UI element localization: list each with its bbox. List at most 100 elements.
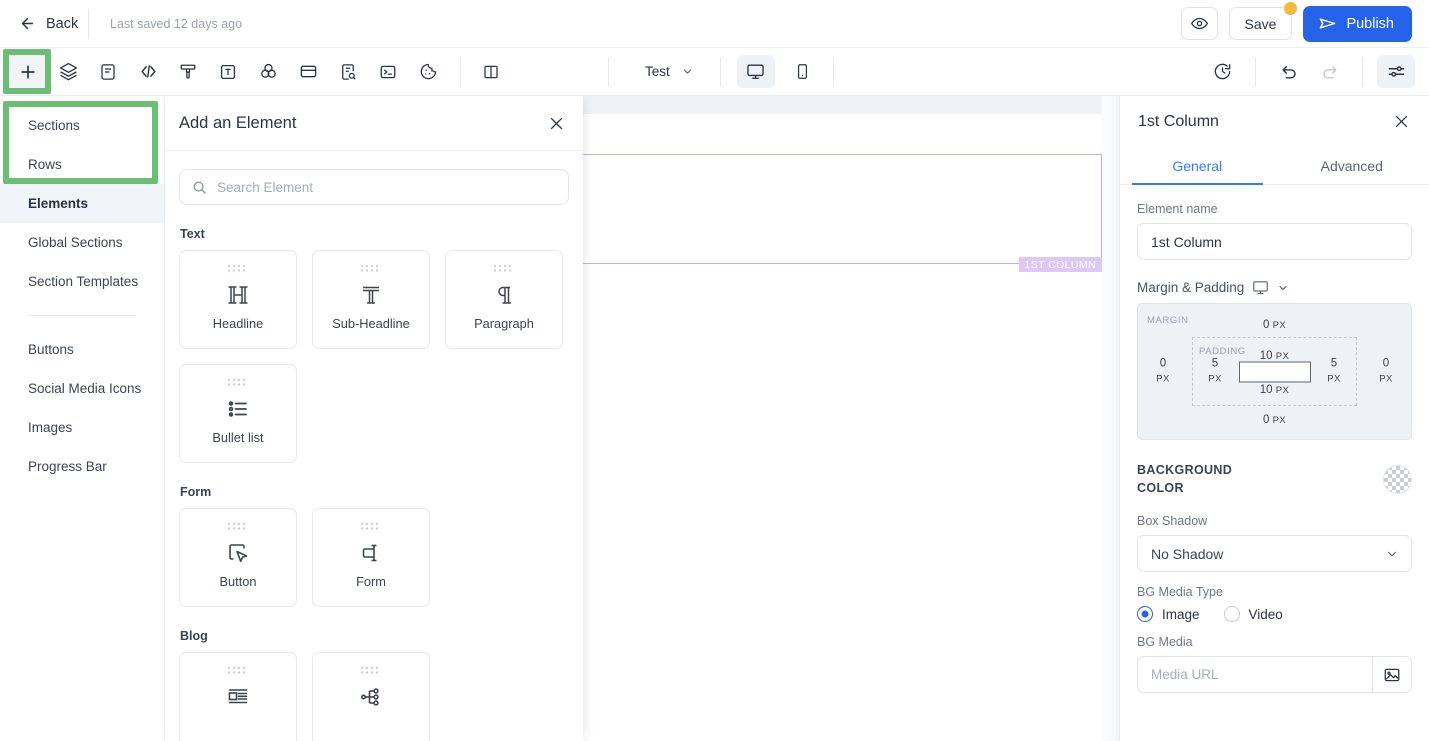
element-card-paragraph[interactable]: Paragraph bbox=[445, 250, 563, 349]
margin-bottom-value[interactable]: 0 PX bbox=[1138, 413, 1411, 429]
text-box-icon bbox=[219, 63, 237, 81]
box-shadow-select[interactable]: No Shadow bbox=[1137, 535, 1412, 573]
colors-button[interactable] bbox=[249, 55, 287, 88]
sidebar-item-social-media-icons[interactable]: Social Media Icons bbox=[0, 369, 164, 408]
sidebar-item-sections[interactable]: Sections bbox=[0, 106, 164, 145]
sidebar-item-rows[interactable]: Rows bbox=[0, 145, 164, 184]
seo-button[interactable] bbox=[329, 55, 367, 88]
bg-media-row bbox=[1137, 656, 1412, 694]
desktop-icon[interactable] bbox=[1252, 279, 1269, 296]
back-label: Back bbox=[46, 15, 79, 32]
panel-title: Add an Element bbox=[179, 113, 297, 132]
code-button[interactable] bbox=[129, 55, 167, 88]
bg-media-type-options: Image Video bbox=[1137, 606, 1412, 623]
sidebar-item-progress-bar[interactable]: Progress Bar bbox=[0, 447, 164, 486]
tab-label: Advanced bbox=[1320, 157, 1383, 174]
back-button[interactable]: Back bbox=[0, 0, 86, 48]
history-icon bbox=[1213, 62, 1232, 81]
element-card-blog-post[interactable] bbox=[179, 652, 297, 741]
element-card-form[interactable]: Form bbox=[312, 508, 430, 607]
typography-button[interactable] bbox=[209, 55, 247, 88]
unit: PX bbox=[1208, 373, 1222, 385]
padding-right-value[interactable]: 5 PX bbox=[1321, 356, 1347, 387]
element-card-sub-headline[interactable]: Sub-Headline bbox=[312, 250, 430, 349]
group-title-text: Text bbox=[180, 227, 205, 241]
seo-icon bbox=[339, 63, 357, 81]
preview-button[interactable] bbox=[1180, 7, 1218, 40]
undo-button[interactable] bbox=[1270, 55, 1308, 88]
mobile-icon bbox=[794, 63, 811, 80]
layers-button[interactable] bbox=[49, 55, 87, 88]
element-card-bullet-list[interactable]: Bullet list bbox=[179, 364, 297, 463]
sliders-icon bbox=[1387, 62, 1406, 81]
element-card-blog-share[interactable] bbox=[312, 652, 430, 741]
close-properties-button[interactable] bbox=[1390, 110, 1413, 133]
sidebar-item-elements[interactable]: Elements bbox=[0, 184, 164, 223]
scripts-button[interactable] bbox=[369, 55, 407, 88]
element-card-headline[interactable]: Headline bbox=[179, 250, 297, 349]
arrow-left-icon bbox=[19, 15, 36, 32]
sidebar-item-images[interactable]: Images bbox=[0, 408, 164, 447]
history-button[interactable] bbox=[1203, 55, 1241, 88]
box-shadow-value: No Shadow bbox=[1151, 545, 1224, 562]
element-name-input[interactable] bbox=[1137, 223, 1412, 260]
sidebar-item-label: Rows bbox=[28, 157, 62, 172]
last-saved-text: Last saved 12 days ago bbox=[110, 16, 243, 31]
radio-image[interactable]: Image bbox=[1137, 606, 1200, 623]
tab-label: General bbox=[1172, 157, 1223, 174]
canvas-page[interactable]: 1ST COLUMN bbox=[583, 114, 1119, 741]
save-button[interactable]: Save bbox=[1228, 2, 1298, 40]
margin-top-value[interactable]: 0 PX bbox=[1138, 318, 1411, 334]
page-button[interactable] bbox=[89, 55, 127, 88]
device-mobile-button[interactable] bbox=[784, 55, 822, 88]
sidebar-item-section-templates[interactable]: Section Templates bbox=[0, 262, 164, 301]
margin-padding-widget[interactable]: MARGIN PADDING 0 PX 0 PX 0 PX 0 PX 10 PX… bbox=[1137, 303, 1412, 440]
close-panel-button[interactable] bbox=[544, 111, 569, 136]
color-blend-icon bbox=[259, 62, 278, 81]
settings-button[interactable] bbox=[1377, 55, 1415, 88]
cookies-button[interactable] bbox=[409, 55, 447, 88]
group-title-blog: Blog bbox=[180, 629, 208, 643]
padding-top-value[interactable]: 10 PX bbox=[1138, 349, 1411, 365]
toolbar-divider-2 bbox=[608, 56, 609, 87]
padding-bottom-value[interactable]: 10 PX bbox=[1138, 383, 1411, 399]
editor-toolbar: Test bbox=[0, 48, 1429, 96]
search-element-box[interactable] bbox=[179, 169, 569, 205]
element-card-label: Paragraph bbox=[474, 316, 534, 331]
background-color-swatch[interactable] bbox=[1383, 464, 1412, 494]
margin-padding-row: Margin & Padding bbox=[1137, 279, 1412, 296]
canvas-area[interactable]: 1ST COLUMN bbox=[583, 96, 1119, 741]
brush-icon bbox=[179, 63, 197, 81]
cards-button[interactable] bbox=[289, 55, 327, 88]
tab-advanced[interactable]: Advanced bbox=[1275, 147, 1429, 184]
brush-button[interactable] bbox=[169, 55, 207, 88]
blog-share-icon bbox=[358, 682, 384, 712]
toolbar-main-tools bbox=[0, 55, 448, 88]
sidebar-item-global-sections[interactable]: Global Sections bbox=[0, 223, 164, 262]
radio-label: Video bbox=[1248, 606, 1283, 622]
margin-padding-label: Margin & Padding bbox=[1137, 280, 1245, 295]
padding-left-value[interactable]: 5 PX bbox=[1202, 356, 1228, 387]
selected-column-outline[interactable]: 1ST COLUMN bbox=[583, 154, 1102, 272]
radio-video[interactable]: Video bbox=[1223, 606, 1283, 623]
send-icon bbox=[1318, 14, 1337, 33]
device-desktop-button[interactable] bbox=[736, 55, 775, 88]
publish-button[interactable]: Publish bbox=[1303, 5, 1412, 42]
add-element-button[interactable] bbox=[9, 55, 47, 88]
redo-button[interactable] bbox=[1310, 55, 1348, 88]
sidebar-item-buttons[interactable]: Buttons bbox=[0, 330, 164, 369]
variant-dropdown[interactable]: Test bbox=[639, 64, 700, 79]
bg-media-input[interactable] bbox=[1137, 656, 1372, 694]
browse-media-button[interactable] bbox=[1372, 656, 1412, 694]
sidebar-divider bbox=[28, 315, 136, 316]
terminal-icon bbox=[379, 63, 397, 81]
element-card-label: Form bbox=[356, 574, 386, 589]
tab-general[interactable]: General bbox=[1120, 147, 1275, 185]
split-view-button[interactable] bbox=[472, 55, 510, 88]
chevron-down-icon[interactable] bbox=[1277, 282, 1289, 294]
toolbar-divider-4 bbox=[832, 56, 834, 87]
element-card-button[interactable]: Button bbox=[179, 508, 297, 607]
value: 0 bbox=[1262, 414, 1270, 427]
redo-icon bbox=[1320, 62, 1339, 81]
search-input[interactable] bbox=[217, 179, 556, 195]
